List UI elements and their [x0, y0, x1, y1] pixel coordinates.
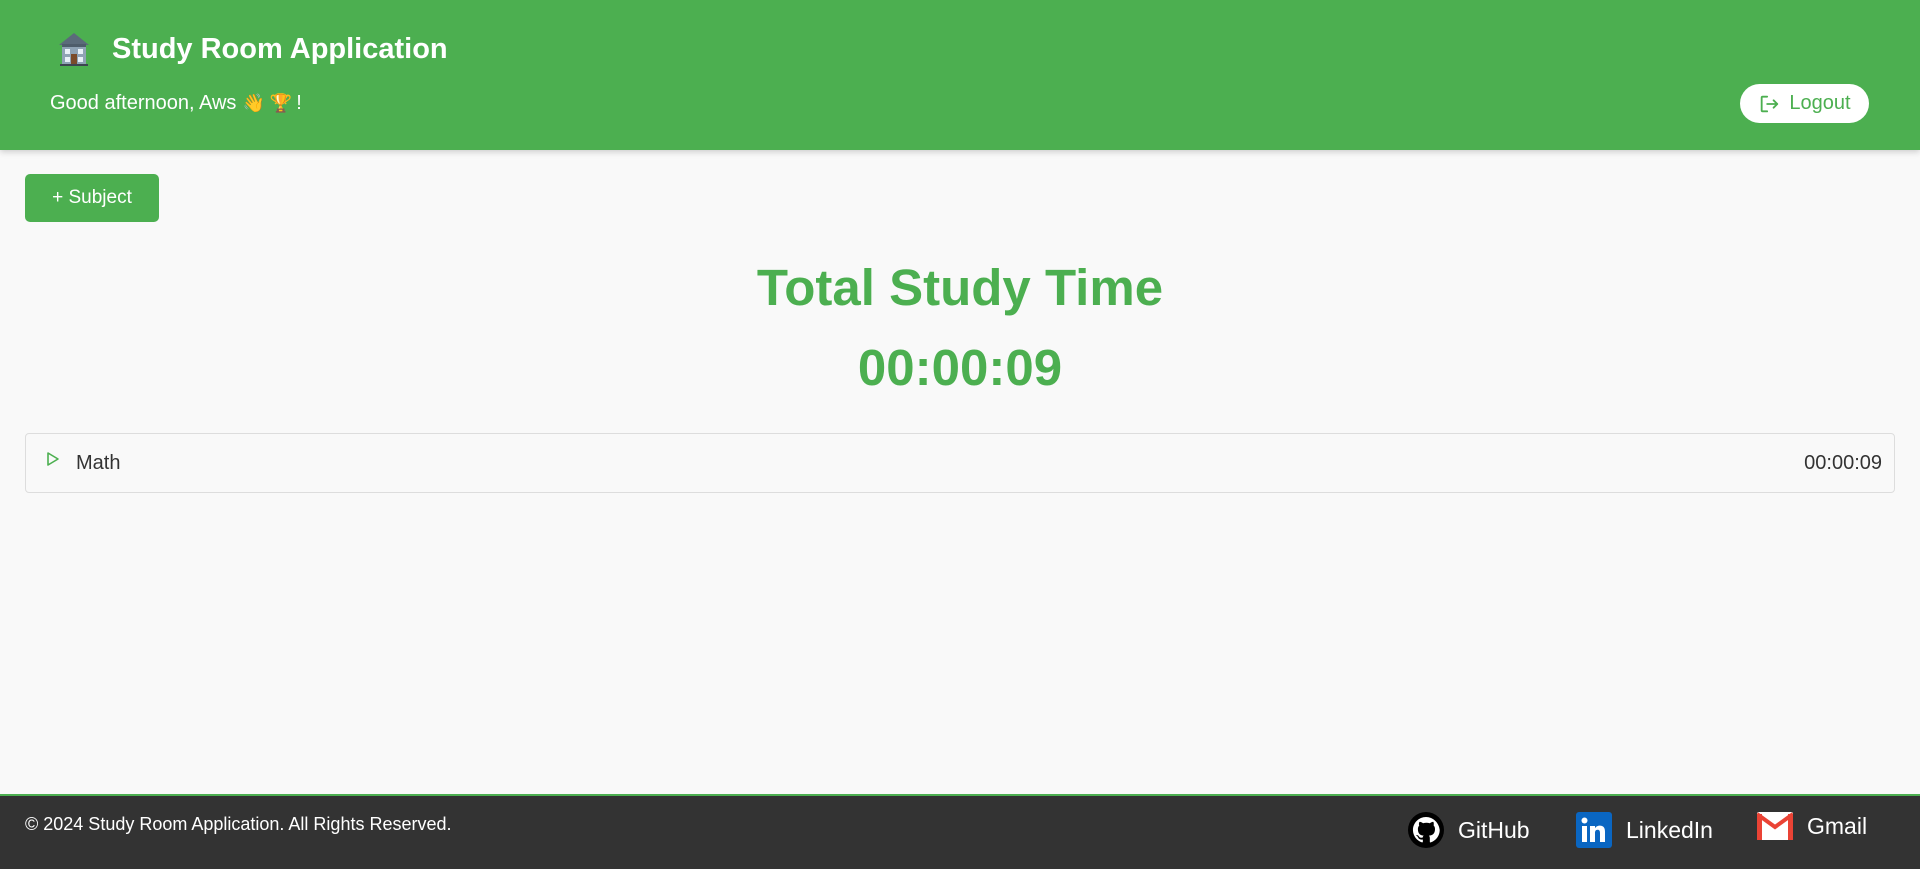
subject-time: 00:00:09	[1804, 452, 1882, 474]
gmail-label: Gmail	[1807, 812, 1868, 839]
greeting: Good afternoon, Aws 👋 🏆 !	[50, 92, 302, 115]
github-icon	[1408, 812, 1444, 848]
github-link[interactable]: GitHub	[1408, 812, 1530, 848]
gmail-icon	[1757, 812, 1793, 840]
subject-row: Math 00:00:09	[25, 433, 1895, 493]
logout-label: Logout	[1789, 92, 1851, 114]
subject-name: Math	[76, 452, 121, 474]
copyright-text: © 2024 Study Room Application. All Right…	[25, 814, 452, 834]
app-header: Study Room Application Good afternoon, A…	[0, 0, 1920, 150]
gmail-link[interactable]: Gmail	[1757, 812, 1867, 840]
linkedin-icon	[1576, 812, 1612, 848]
brand: Study Room Application	[55, 30, 448, 68]
app-footer: © 2024 Study Room Application. All Right…	[0, 794, 1920, 869]
linkedin-label: LinkedIn	[1626, 816, 1713, 843]
total-study-time-title: Total Study Time	[756, 259, 1164, 316]
greeting-text: Good afternoon, Aws	[50, 92, 237, 114]
logout-button[interactable]: Logout	[1740, 84, 1869, 123]
greeting-emoji: 👋 🏆	[242, 93, 293, 113]
greeting-suffix: !	[296, 92, 302, 114]
house-icon	[55, 30, 93, 68]
total-study-time-value: 00:00:09	[857, 339, 1063, 396]
add-subject-button[interactable]: + Subject	[25, 174, 159, 222]
logout-icon	[1761, 95, 1779, 112]
app-title: Study Room Application	[112, 32, 448, 65]
play-icon[interactable]	[46, 451, 60, 467]
github-label: GitHub	[1458, 816, 1530, 843]
linkedin-link[interactable]: LinkedIn	[1576, 812, 1713, 848]
